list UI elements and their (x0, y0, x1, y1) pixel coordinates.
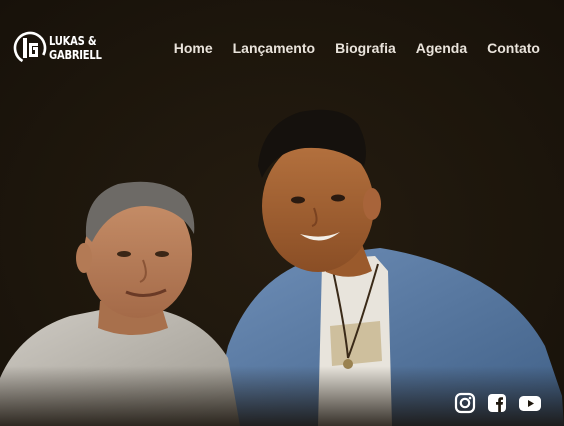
nav-home[interactable]: Home (174, 40, 213, 56)
site-header: LUKAS & GABRIELL Home Lançamento Biograf… (0, 0, 564, 96)
main-nav: Home Lançamento Biografia Agenda Contato (174, 40, 540, 56)
logo-wordmark: LUKAS & GABRIELL (49, 33, 102, 62)
facebook-icon[interactable] (486, 392, 508, 414)
site-logo[interactable]: LUKAS & GABRIELL (13, 28, 103, 68)
nav-lancamento[interactable]: Lançamento (233, 40, 315, 56)
lg-monogram-icon (13, 30, 47, 66)
nav-contato[interactable]: Contato (487, 40, 540, 56)
social-links (454, 392, 541, 414)
hero-section: LUKAS & GABRIELL Home Lançamento Biograf… (0, 0, 564, 426)
nav-agenda[interactable]: Agenda (416, 40, 467, 56)
youtube-icon[interactable] (518, 392, 541, 414)
instagram-icon[interactable] (454, 392, 476, 414)
nav-biografia[interactable]: Biografia (335, 40, 396, 56)
